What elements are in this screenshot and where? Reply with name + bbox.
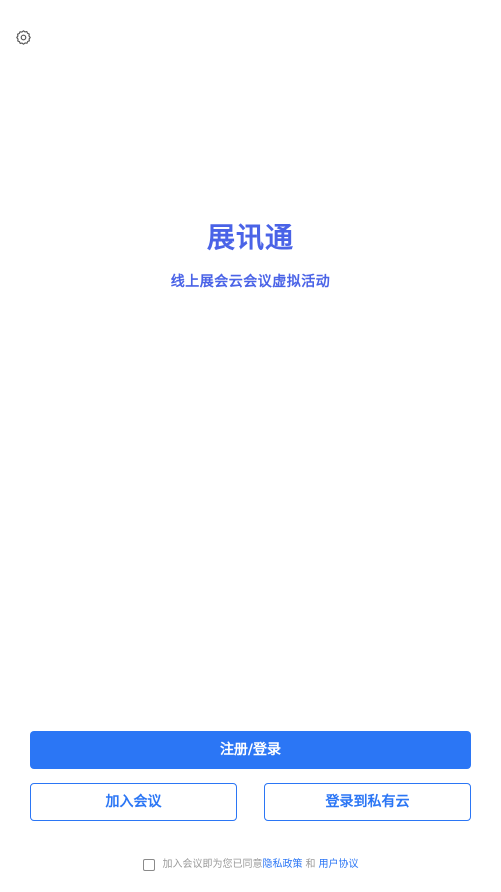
gear-icon (16, 30, 31, 45)
agreement-and: 和 (305, 859, 316, 870)
user-agreement-link[interactable]: 用户协议 (319, 857, 359, 873)
app-title: 展讯通 (206, 221, 294, 254)
private-cloud-login-button[interactable]: 登录到私有云 (264, 783, 471, 821)
agreement-checkbox[interactable] (142, 859, 155, 871)
register-login-button[interactable]: 注册/登录 (30, 731, 471, 769)
agreement-row: 加入会议即为您已同意 隐私政策 和 用户协议 (0, 857, 501, 873)
brand-block: 展讯通 线上展会云会议虚拟活动 (0, 218, 501, 292)
join-meeting-button[interactable]: 加入会议 (30, 783, 237, 821)
app-subtitle: 线上展会云会议虚拟活动 (170, 274, 331, 290)
settings-button[interactable] (15, 29, 32, 46)
agreement-prefix: 加入会议即为您已同意 (162, 859, 263, 870)
privacy-policy-link[interactable]: 隐私政策 (263, 857, 303, 873)
